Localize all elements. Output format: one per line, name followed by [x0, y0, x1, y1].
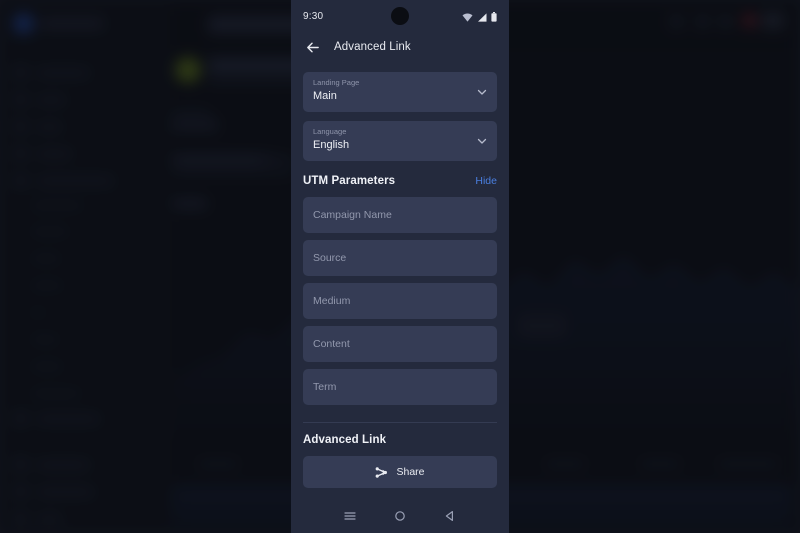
battery-icon	[491, 11, 497, 22]
status-icons	[462, 11, 497, 22]
utm-parameters-header: UTM Parameters Hide	[303, 175, 497, 187]
home-circle-icon[interactable]	[393, 509, 407, 523]
share-icon	[376, 466, 388, 478]
chevron-down-icon[interactable]	[476, 86, 488, 98]
status-clock: 9:30	[303, 10, 324, 22]
share-button[interactable]: Share	[303, 456, 497, 488]
language-select[interactable]: Language English	[303, 121, 497, 161]
campaign-name-input[interactable]	[303, 197, 497, 233]
form-content: Landing Page Main Language English UTM P…	[291, 62, 509, 499]
section-divider	[303, 422, 497, 423]
landing-page-label: Landing Page	[313, 78, 360, 87]
share-button-label: Share	[396, 466, 425, 478]
back-triangle-icon[interactable]	[443, 509, 457, 523]
language-label: Language	[313, 127, 347, 136]
phone-panel: 9:30 Advanced Link Landing Page Main Lan…	[291, 0, 509, 533]
wifi-icon	[462, 12, 473, 22]
language-value: English	[313, 139, 350, 151]
medium-input[interactable]	[303, 283, 497, 319]
back-arrow-icon[interactable]	[305, 40, 320, 55]
status-bar: 9:30	[291, 0, 509, 32]
page-title: Advanced Link	[334, 41, 411, 53]
camera-punch-hole	[391, 7, 409, 25]
android-nav-bar	[291, 499, 509, 533]
chevron-down-icon[interactable]	[476, 135, 488, 147]
source-input[interactable]	[303, 240, 497, 276]
landing-page-select[interactable]: Landing Page Main	[303, 72, 497, 112]
content-input[interactable]	[303, 326, 497, 362]
cellular-signal-icon	[478, 12, 487, 22]
utm-parameters-title: UTM Parameters	[303, 175, 396, 187]
landing-page-value: Main	[313, 90, 337, 102]
app-bar: Advanced Link	[291, 32, 509, 62]
utm-hide-toggle[interactable]: Hide	[475, 175, 497, 187]
term-input[interactable]	[303, 369, 497, 405]
advanced-link-title: Advanced Link	[303, 434, 387, 446]
recents-menu-icon[interactable]	[343, 509, 357, 523]
